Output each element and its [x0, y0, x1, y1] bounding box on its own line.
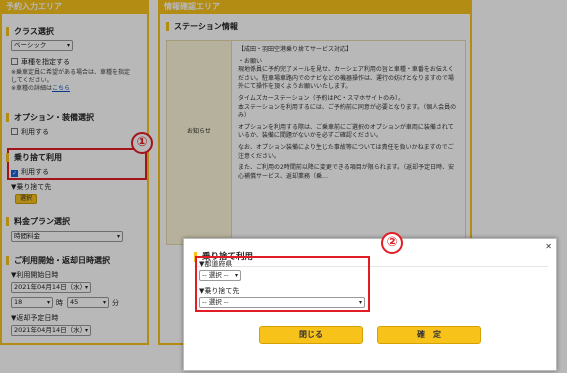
dropoff-destination-select[interactable]: -- 選択 -- ▾ [199, 297, 365, 308]
chevron-down-icon: ▾ [358, 299, 362, 306]
prefecture-select[interactable]: -- 選択 -- ▾ [199, 270, 241, 281]
chevron-down-icon: ▾ [234, 272, 238, 279]
close-button[interactable]: 閉じる [259, 326, 363, 344]
annotation-marker-2: ② [381, 232, 403, 254]
confirm-button[interactable]: 確 定 [377, 326, 481, 344]
prefecture-select-value: -- 選択 -- [202, 271, 229, 279]
dropoff-destination-label: ▼乗り捨て先 [199, 287, 240, 295]
dropoff-modal: ✕ 乗り捨て利用 ▼都道府県 -- 選択 -- ▾ ▼乗り捨て先 -- 選択 -… [183, 238, 557, 371]
close-icon[interactable]: ✕ [545, 242, 552, 251]
prefecture-label: ▼都道府県 [199, 260, 233, 268]
dropoff-destination-select-value: -- 選択 -- [202, 298, 229, 306]
